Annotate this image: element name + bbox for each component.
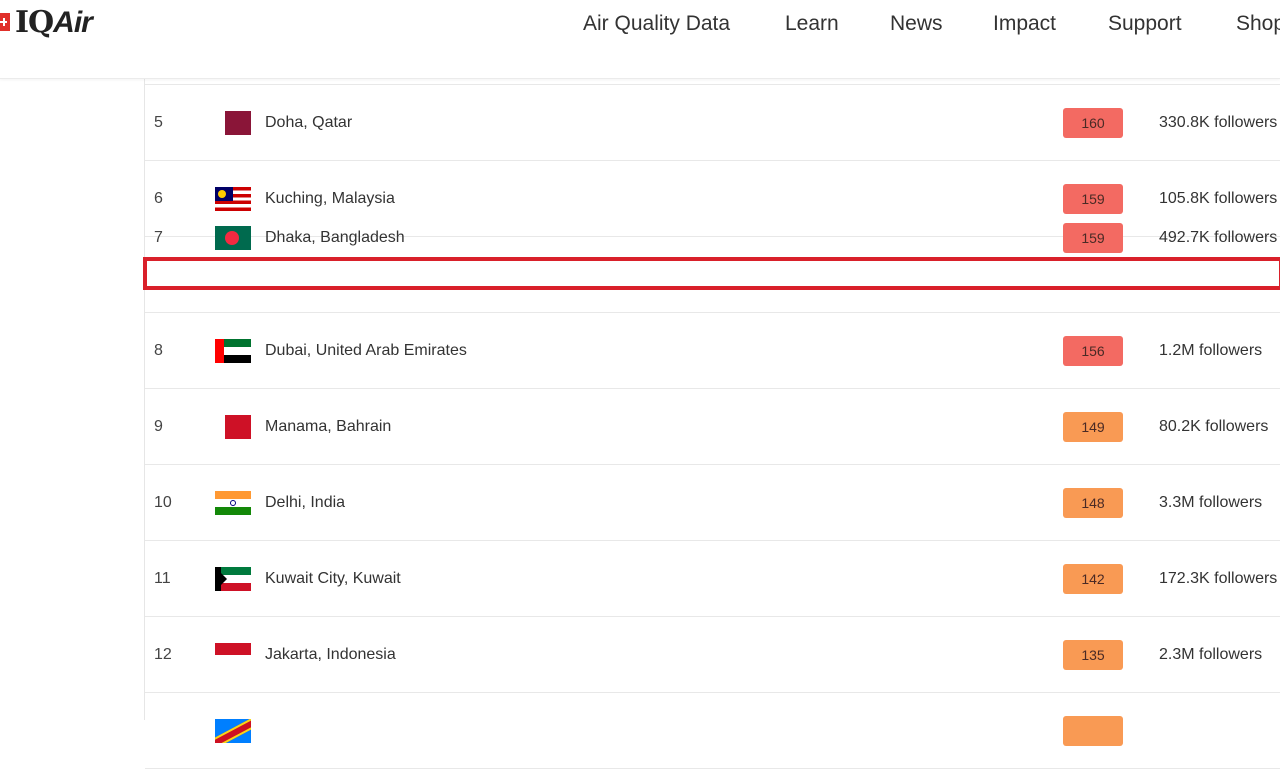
site-header: IQAir Air Quality Data Learn News Impact… bbox=[0, 0, 1280, 79]
bangladesh-flag-icon bbox=[215, 226, 251, 250]
city-link[interactable]: Kuwait City, Kuwait bbox=[265, 541, 401, 616]
rank-number: 8 bbox=[154, 342, 163, 359]
aqi-badge: 159 bbox=[1063, 223, 1123, 253]
bahrain-flag-icon bbox=[215, 415, 251, 439]
logo-text: IQAir bbox=[15, 4, 93, 40]
followers-count: 330.8K followers bbox=[1159, 114, 1278, 131]
followers-count: 2.3M followers bbox=[1159, 646, 1263, 663]
rank-number: 10 bbox=[154, 494, 172, 511]
table-row[interactable]: 12 Jakarta, Indonesia 135 2.3M followers bbox=[145, 617, 1280, 693]
city-link[interactable]: Dubai, United Arab Emirates bbox=[265, 313, 467, 388]
city-link[interactable]: Jakarta, Indonesia bbox=[265, 617, 396, 692]
india-flag-icon bbox=[215, 491, 251, 515]
aqi-badge-partial bbox=[1063, 716, 1123, 746]
swiss-cross-icon bbox=[0, 13, 10, 31]
table-row[interactable]: 8 Dubai, United Arab Emirates 156 1.2M f… bbox=[145, 313, 1280, 389]
aqi-badge: 149 bbox=[1063, 412, 1123, 442]
rank-number: 12 bbox=[154, 646, 172, 663]
nav-learn[interactable]: Learn bbox=[785, 10, 839, 38]
followers-count: 492.7K followers bbox=[1159, 229, 1278, 246]
rank-number: 9 bbox=[154, 418, 163, 435]
rank-number: 11 bbox=[154, 570, 171, 587]
kuwait-flag-icon bbox=[215, 567, 251, 591]
indonesia-flag-icon bbox=[215, 643, 251, 667]
rank-number: 7 bbox=[154, 229, 163, 246]
table-row[interactable]: 5 Doha, Qatar 160 330.8K followers bbox=[145, 84, 1280, 161]
table-row[interactable]: 11 Kuwait City, Kuwait 142 172.3K follow… bbox=[145, 541, 1280, 617]
followers-count: 80.2K followers bbox=[1159, 418, 1269, 435]
table-row[interactable]: 10 Delhi, India 148 3.3M followers bbox=[145, 465, 1280, 541]
aqi-badge: 159 bbox=[1063, 184, 1123, 214]
nav-impact[interactable]: Impact bbox=[993, 10, 1056, 38]
followers-count: 3.3M followers bbox=[1159, 494, 1263, 511]
uae-flag-icon bbox=[215, 339, 251, 363]
nav-support[interactable]: Support bbox=[1108, 10, 1182, 38]
aqi-badge: 156 bbox=[1063, 336, 1123, 366]
nav-air-quality-data[interactable]: Air Quality Data bbox=[583, 10, 730, 38]
drc-flag-icon bbox=[215, 719, 251, 743]
followers-count: 172.3K followers bbox=[1159, 570, 1278, 587]
followers-count: 1.2M followers bbox=[1159, 342, 1263, 359]
left-sidebar bbox=[0, 79, 145, 720]
table-row-partial[interactable] bbox=[145, 693, 1280, 769]
nav-shop[interactable]: Shop bbox=[1236, 10, 1280, 38]
city-ranking-table: 5 Doha, Qatar 160 330.8K followers 6 Kuc… bbox=[145, 84, 1280, 769]
city-link[interactable]: Delhi, India bbox=[265, 465, 345, 540]
city-link[interactable]: Doha, Qatar bbox=[265, 85, 352, 160]
qatar-flag-icon bbox=[215, 111, 251, 135]
rank-number: 5 bbox=[154, 114, 163, 131]
city-link[interactable]: Dhaka, Bangladesh bbox=[265, 200, 405, 275]
aqi-badge: 148 bbox=[1063, 488, 1123, 518]
table-row[interactable]: 9 Manama, Bahrain 149 80.2K followers bbox=[145, 389, 1280, 465]
aqi-badge: 135 bbox=[1063, 640, 1123, 670]
table-row-highlighted[interactable]: 7 Dhaka, Bangladesh 159 492.7K followers bbox=[145, 223, 1280, 313]
iqair-logo[interactable]: IQAir bbox=[0, 2, 93, 42]
aqi-badge: 160 bbox=[1063, 108, 1123, 138]
city-link[interactable]: Manama, Bahrain bbox=[265, 389, 391, 464]
aqi-badge: 142 bbox=[1063, 564, 1123, 594]
malaysia-flag-icon bbox=[215, 187, 251, 211]
nav-news[interactable]: News bbox=[890, 10, 943, 38]
